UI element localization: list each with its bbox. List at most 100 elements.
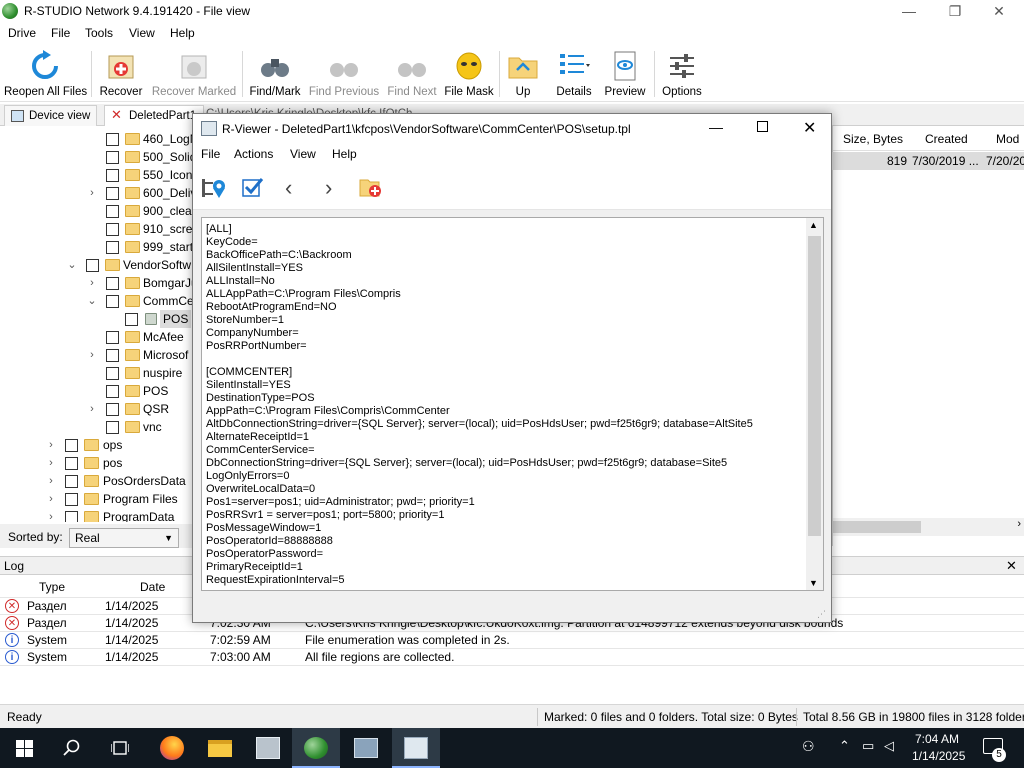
- tree-checkbox[interactable]: [106, 187, 119, 200]
- preview-button[interactable]: Preview: [603, 48, 647, 100]
- scroll-right-icon[interactable]: ›: [1017, 518, 1021, 530]
- search-button[interactable]: [48, 728, 96, 768]
- resize-grip-icon[interactable]: ⋰: [817, 609, 826, 620]
- task-view-button[interactable]: [96, 728, 144, 768]
- file-row[interactable]: 819 7/30/2019 ... 7/20/20: [832, 152, 1024, 170]
- tree-checkbox[interactable]: [106, 277, 119, 290]
- viewer-menu-view[interactable]: View: [290, 147, 316, 161]
- tree-checkbox[interactable]: [106, 385, 119, 398]
- network-icon[interactable]: ▭: [862, 738, 874, 754]
- viewer-menu-file[interactable]: File: [201, 147, 220, 161]
- close-tab-icon[interactable]: ✕: [111, 108, 124, 121]
- options-button[interactable]: Options: [659, 48, 705, 100]
- horizontal-scrollbar[interactable]: ›: [833, 518, 1024, 536]
- viewer-scrollbar-thumb[interactable]: [808, 236, 821, 536]
- find-mark-button[interactable]: Find/Mark: [247, 48, 303, 100]
- menu-drive[interactable]: Drive: [8, 26, 36, 40]
- expand-chevron-icon[interactable]: ›: [45, 454, 57, 472]
- tree-checkbox[interactable]: [65, 493, 78, 506]
- taskbar-time[interactable]: 7:04 AM: [915, 732, 959, 746]
- previous-arrow-icon[interactable]: ‹: [285, 175, 292, 201]
- recover-marked-button[interactable]: Recover Marked: [150, 48, 238, 100]
- tree-checkbox[interactable]: [65, 475, 78, 488]
- scrollbar-thumb[interactable]: [833, 521, 921, 533]
- column-modified-header[interactable]: Mod: [996, 132, 1019, 146]
- tree-checkbox[interactable]: [106, 169, 119, 182]
- tree-checkbox[interactable]: [65, 439, 78, 452]
- tree-checkbox[interactable]: [106, 241, 119, 254]
- up-button[interactable]: Up: [504, 48, 542, 100]
- tab-deleted-part[interactable]: ✕ DeletedPart1: [104, 105, 204, 126]
- recover-button[interactable]: Recover: [97, 48, 145, 100]
- viewer-maximize-button[interactable]: [757, 121, 768, 132]
- locate-icon[interactable]: [201, 177, 227, 199]
- minimize-button[interactable]: —: [886, 0, 932, 22]
- log-column-type[interactable]: Type: [39, 580, 65, 594]
- chevron-up-icon[interactable]: ⌃: [839, 738, 850, 754]
- tree-checkbox[interactable]: [65, 457, 78, 470]
- file-list[interactable]: ›: [832, 126, 1024, 546]
- volume-icon[interactable]: ◁: [884, 738, 894, 754]
- expand-chevron-icon[interactable]: ›: [45, 436, 57, 454]
- menu-view[interactable]: View: [129, 26, 155, 40]
- taskbar-date[interactable]: 1/14/2025: [912, 749, 965, 763]
- tree-checkbox[interactable]: [106, 133, 119, 146]
- expand-chevron-icon[interactable]: ›: [45, 508, 57, 522]
- menu-tools[interactable]: Tools: [85, 26, 113, 40]
- maximize-button[interactable]: ❐: [932, 0, 978, 22]
- tree-checkbox[interactable]: [106, 295, 119, 308]
- reopen-all-files-button[interactable]: Reopen All Files: [4, 48, 87, 100]
- taskbar-r-viewer[interactable]: [392, 728, 440, 768]
- tree-checkbox[interactable]: [106, 331, 119, 344]
- tree-checkbox[interactable]: [106, 349, 119, 362]
- column-size-header[interactable]: Size, Bytes: [843, 132, 903, 146]
- details-button[interactable]: Details: [546, 48, 602, 100]
- menu-file[interactable]: File: [51, 26, 70, 40]
- taskbar-firefox[interactable]: [148, 728, 196, 768]
- taskbar-app-5[interactable]: [342, 728, 390, 768]
- start-button[interactable]: [0, 728, 48, 768]
- tab-device-view[interactable]: Device view: [4, 105, 98, 126]
- viewer-menu-help[interactable]: Help: [332, 147, 357, 161]
- expand-chevron-icon[interactable]: ›: [86, 184, 98, 202]
- viewer-close-button[interactable]: ✕: [803, 118, 816, 138]
- scroll-down-icon[interactable]: ▼: [809, 578, 818, 588]
- people-icon[interactable]: ⚇: [802, 738, 815, 755]
- tree-checkbox[interactable]: [125, 313, 138, 326]
- log-close-icon[interactable]: ✕: [1006, 558, 1017, 574]
- viewer-menu-actions[interactable]: Actions: [234, 147, 273, 161]
- find-previous-button[interactable]: Find Previous: [308, 48, 380, 100]
- close-button[interactable]: ✕: [976, 0, 1022, 22]
- tree-checkbox[interactable]: [86, 259, 99, 272]
- viewer-minimize-button[interactable]: —: [709, 119, 723, 135]
- expand-chevron-icon[interactable]: ›: [45, 490, 57, 508]
- tree-checkbox[interactable]: [65, 511, 78, 522]
- checkmark-icon[interactable]: [242, 176, 264, 198]
- file-content-viewer[interactable]: [ALL] KeyCode= BackOfficePath=C:\Backroom A…: [201, 217, 824, 591]
- recover-file-icon[interactable]: [359, 175, 383, 199]
- menu-help[interactable]: Help: [170, 26, 195, 40]
- tree-checkbox[interactable]: [106, 205, 119, 218]
- log-row[interactable]: i System 1/14/2025 7:03:00 AM All file r…: [0, 649, 1024, 666]
- tree-checkbox[interactable]: [106, 367, 119, 380]
- scroll-up-icon[interactable]: ▲: [809, 220, 818, 230]
- log-row[interactable]: i System 1/14/2025 7:02:59 AM File enume…: [0, 632, 1024, 649]
- expand-chevron-icon[interactable]: ›: [86, 400, 98, 418]
- folder-tree[interactable]: 460_LogM 500_Solid 550_Iconi › 600_Deliv…: [0, 126, 195, 522]
- collapse-chevron-icon[interactable]: ⌄: [86, 292, 98, 310]
- viewer-vertical-scrollbar[interactable]: ▲ ▼: [806, 218, 823, 590]
- sort-dropdown[interactable]: Real ▼: [69, 528, 179, 548]
- column-created-header[interactable]: Created: [925, 132, 968, 146]
- log-column-date[interactable]: Date: [140, 580, 165, 594]
- next-arrow-icon[interactable]: ›: [325, 175, 332, 201]
- tree-checkbox[interactable]: [106, 151, 119, 164]
- expand-chevron-icon[interactable]: ›: [86, 274, 98, 292]
- expand-chevron-icon[interactable]: ›: [45, 472, 57, 490]
- taskbar-file-explorer[interactable]: [196, 728, 244, 768]
- file-mask-button[interactable]: File Mask: [443, 48, 495, 100]
- tree-checkbox[interactable]: [106, 223, 119, 236]
- collapse-chevron-icon[interactable]: ⌄: [66, 256, 78, 274]
- expand-chevron-icon[interactable]: ›: [86, 346, 98, 364]
- find-next-button[interactable]: Find Next: [384, 48, 440, 100]
- taskbar-r-studio[interactable]: [292, 728, 340, 768]
